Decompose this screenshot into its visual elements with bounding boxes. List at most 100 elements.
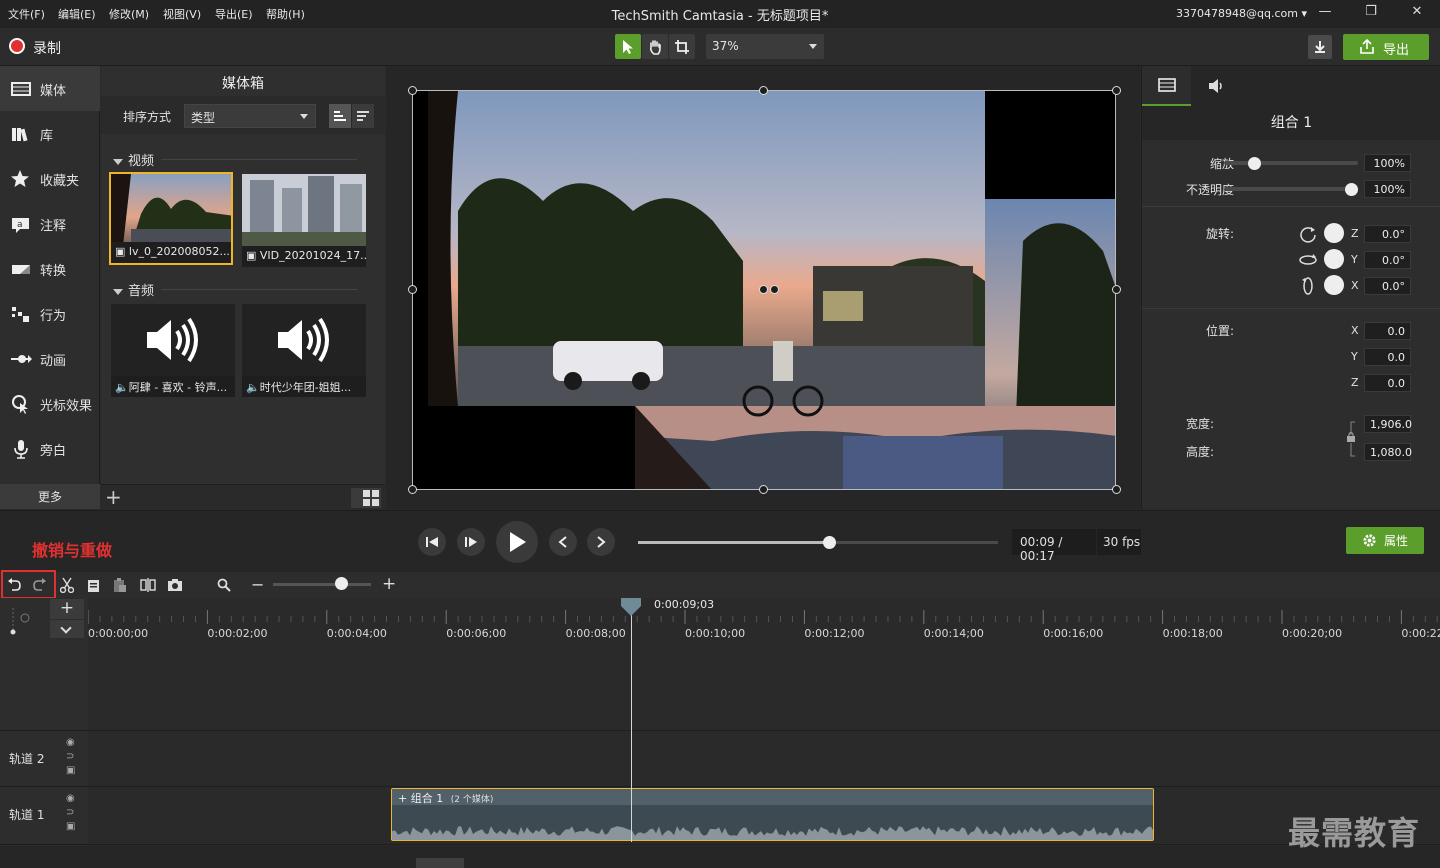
undo-button[interactable] — [4, 576, 24, 594]
tab-audio-properties[interactable] — [1192, 66, 1241, 106]
timeline-zoom-slider[interactable] — [273, 583, 371, 586]
menu-help[interactable]: 帮助(H) — [266, 6, 305, 22]
eye-icon[interactable]: ◉ — [66, 737, 75, 748]
download-button[interactable] — [1308, 35, 1332, 59]
sidebar-item-favorites[interactable]: 收藏夹 — [0, 156, 100, 201]
sort-descending-button[interactable] — [352, 104, 374, 128]
export-button[interactable]: 导出 — [1343, 34, 1429, 60]
menu-export[interactable]: 导出(E) — [215, 6, 253, 22]
resize-handle[interactable] — [408, 285, 417, 294]
sort-dropdown[interactable]: 类型 — [184, 104, 316, 128]
resize-handle[interactable] — [1112, 86, 1121, 95]
timeline-ruler[interactable]: + 0:00:00;00 0:00:02;00 0:00:04;00 0:00:06;… — [0, 598, 1440, 640]
cut-button[interactable] — [57, 576, 77, 594]
crop-tool-button[interactable] — [669, 34, 695, 59]
redo-button[interactable] — [30, 576, 50, 594]
width-field[interactable]: 1,906.0 — [1364, 415, 1412, 433]
audio-thumbnail[interactable]: 🔈时代少年团-姐姐... — [242, 304, 366, 397]
scrubber-knob[interactable] — [822, 536, 836, 549]
video-section-header[interactable]: 视频 — [113, 150, 154, 169]
previous-frame-button[interactable] — [549, 528, 577, 556]
snapshot-button[interactable] — [165, 576, 185, 594]
more-button[interactable]: 更多 — [0, 484, 100, 509]
paste-button[interactable] — [110, 576, 130, 594]
resize-handle[interactable] — [408, 86, 417, 95]
opacity-slider[interactable] — [1224, 187, 1358, 191]
expand-group-icon[interactable]: + — [398, 792, 407, 805]
step-back-button[interactable] — [418, 528, 446, 556]
opacity-slider-knob[interactable] — [1345, 183, 1358, 196]
zoom-to-fit-button[interactable] — [214, 576, 234, 594]
tab-visual-properties[interactable] — [1142, 66, 1191, 106]
menu-view[interactable]: 视图(V) — [163, 6, 201, 22]
sort-ascending-button[interactable] — [329, 104, 351, 128]
rotation-x-dial[interactable] — [1324, 275, 1344, 295]
playhead-handle[interactable] — [620, 598, 642, 616]
rotation-y-field[interactable]: 0.0° — [1364, 251, 1411, 269]
magnet-icon[interactable]: ⊃ — [66, 807, 74, 818]
sidebar-item-library[interactable]: 库 — [0, 111, 100, 156]
audio-section-header[interactable]: 音频 — [113, 280, 154, 299]
resize-handle[interactable] — [759, 86, 768, 95]
sidebar-item-voice-narration[interactable]: 旁白 — [0, 426, 100, 471]
sidebar-item-annotations[interactable]: a 注释 — [0, 201, 100, 246]
resize-handle[interactable] — [1112, 485, 1121, 494]
record-icon[interactable] — [9, 38, 25, 54]
scrollbar-thumb[interactable] — [416, 858, 464, 868]
step-forward-button[interactable] — [457, 528, 485, 556]
opacity-value-field[interactable]: 100% — [1364, 180, 1411, 198]
menu-modify[interactable]: 修改(M) — [109, 6, 149, 22]
scale-value-field[interactable]: 100% — [1364, 154, 1411, 172]
rotation-z-dial[interactable] — [1324, 223, 1344, 243]
minimize-icon[interactable]: — — [1310, 4, 1340, 24]
pan-tool-button[interactable] — [642, 34, 668, 59]
timeline-horizontal-scrollbar[interactable] — [0, 846, 1440, 868]
split-button[interactable] — [138, 576, 158, 594]
next-frame-button[interactable] — [587, 528, 615, 556]
properties-button[interactable]: 属性 — [1346, 527, 1424, 554]
scale-slider[interactable] — [1224, 161, 1358, 165]
eye-icon[interactable]: ◉ — [66, 793, 75, 804]
select-tool-button[interactable] — [615, 34, 641, 59]
track-height-slider-icon[interactable] — [8, 606, 34, 636]
add-track-button[interactable]: + — [50, 599, 84, 619]
close-icon[interactable]: ✕ — [1402, 4, 1432, 24]
group-clip[interactable]: + 组合 1 (2 个媒体) — [391, 788, 1154, 841]
resize-handle[interactable] — [759, 485, 768, 494]
magnet-icon[interactable]: ⊃ — [66, 751, 74, 762]
account-menu[interactable]: 3370478948@qq.com ▾ — [1176, 7, 1307, 20]
zoom-in-icon[interactable]: + — [382, 574, 396, 594]
center-handle[interactable] — [759, 285, 768, 294]
scale-slider-knob[interactable] — [1248, 157, 1262, 170]
rotation-x-field[interactable]: 0.0° — [1364, 277, 1411, 295]
resize-handle[interactable] — [408, 485, 417, 494]
resize-handle[interactable] — [1112, 285, 1121, 294]
track-options-button[interactable] — [50, 620, 84, 638]
sidebar-item-cursor-effects[interactable]: 光标效果 — [0, 381, 100, 426]
rotation-z-field[interactable]: 0.0° — [1364, 225, 1411, 243]
sidebar-item-behaviors[interactable]: 行为 — [0, 291, 100, 336]
lock-icon[interactable]: ▣ — [66, 821, 75, 832]
sidebar-item-transitions[interactable]: 转换 — [0, 246, 100, 291]
sidebar-item-animations[interactable]: 动画 — [0, 336, 100, 381]
position-y-field[interactable]: 0.0 — [1364, 348, 1411, 366]
lock-icon[interactable]: ▣ — [66, 765, 75, 776]
sidebar-item-media[interactable]: 媒体 — [0, 66, 100, 111]
track-header-1[interactable]: 轨道 1 ◉ ⊃ ▣ — [0, 787, 88, 844]
menu-edit[interactable]: 编辑(E) — [58, 6, 96, 22]
rotation-y-dial[interactable] — [1324, 249, 1344, 269]
zoom-dropdown[interactable]: 37% — [706, 34, 824, 59]
menu-file[interactable]: 文件(F) — [8, 6, 45, 22]
video-thumbnail[interactable]: ▣ VID_20201024_17... — [242, 174, 366, 267]
restore-icon[interactable]: ❐ — [1356, 4, 1386, 24]
video-thumbnail[interactable]: ▣ lv_0_202008052... — [109, 172, 233, 265]
position-z-field[interactable]: 0.0 — [1364, 374, 1411, 392]
zoom-out-icon[interactable]: − — [251, 575, 264, 594]
record-button-label[interactable]: 录制 — [33, 38, 61, 58]
timeline-zoom-knob[interactable] — [335, 577, 348, 590]
add-media-icon[interactable]: + — [105, 485, 122, 509]
grid-view-button[interactable] — [351, 488, 381, 508]
playback-scrubber[interactable] — [638, 536, 998, 549]
copy-button[interactable] — [84, 576, 104, 594]
position-x-field[interactable]: 0.0 — [1364, 322, 1411, 340]
